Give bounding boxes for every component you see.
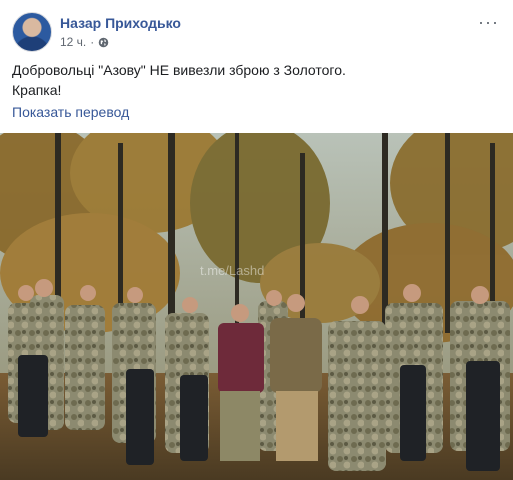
post-photo[interactable]: t.me/Lashd <box>0 133 513 480</box>
meta-separator: · <box>90 35 95 49</box>
show-translation-link[interactable]: Показать перевод <box>12 104 129 120</box>
author-name[interactable]: Назар Приходько <box>60 15 181 31</box>
post-timestamp[interactable]: 12 ч. <box>60 35 86 49</box>
post-text: Добровольці "Азову" НЕ вивезли зброю з З… <box>12 60 501 100</box>
author-avatar[interactable] <box>12 12 52 52</box>
globe-icon[interactable] <box>98 37 109 48</box>
post-text-line-1: Добровольці "Азову" НЕ вивезли зброю з З… <box>12 62 346 78</box>
post-header: Назар Приходько 12 ч. · ··· <box>12 12 501 52</box>
post-text-line-2: Крапка! <box>12 82 62 98</box>
group-photo-image: t.me/Lashd <box>0 133 513 480</box>
more-options-icon[interactable]: ··· <box>478 12 499 33</box>
post-meta: 12 ч. · <box>60 35 109 49</box>
photo-watermark: t.me/Lashd <box>200 263 264 278</box>
